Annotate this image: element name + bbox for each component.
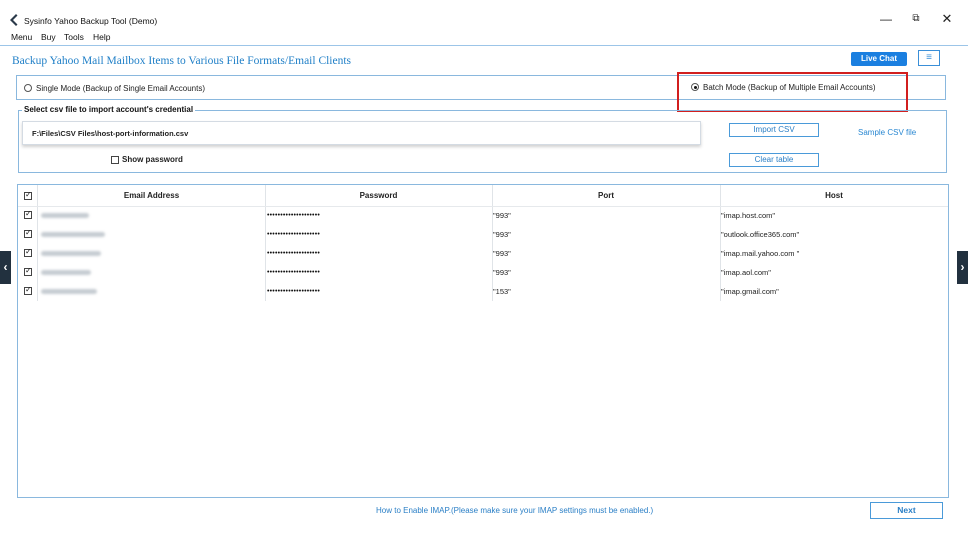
menu-bar: Menu Buy Tools Help	[0, 31, 968, 44]
accounts-table	[17, 184, 949, 498]
menu-item-buy[interactable]: Buy	[41, 32, 56, 42]
menu-item-tools[interactable]: Tools	[64, 32, 84, 42]
clear-table-button[interactable]: Clear table	[729, 153, 819, 167]
header-divider	[0, 45, 968, 46]
select-all-checkbox[interactable]	[24, 190, 32, 200]
host-cell: "outlook.office365.com"	[721, 230, 800, 239]
previous-arrow-icon[interactable]: ‹	[0, 251, 11, 284]
batch-mode-highlight	[677, 72, 908, 112]
enable-imap-link[interactable]: How to Enable IMAP.(Please make sure you…	[376, 506, 653, 515]
row-checkbox[interactable]	[24, 266, 32, 276]
host-cell: "imap.aol.com"	[721, 268, 771, 277]
single-mode-radio[interactable]	[24, 84, 32, 92]
column-header-email: Email Address	[123, 191, 180, 200]
csv-path-value: F:\Files\CSV Files\host-port-information…	[32, 129, 189, 138]
email-cell-redacted	[41, 213, 89, 218]
title-bar: Sysinfo Yahoo Backup Tool (Demo) — ⧉ ✕	[0, 0, 968, 30]
menu-item-menu[interactable]: Menu	[11, 32, 32, 42]
host-cell: "imap.host.com"	[721, 211, 776, 220]
column-divider	[37, 185, 38, 301]
password-cell: ••••••••••••••••••••	[267, 212, 321, 219]
row-checkbox[interactable]	[24, 247, 32, 257]
show-password-label[interactable]: Show password	[122, 155, 183, 164]
app-logo-icon	[10, 14, 18, 26]
page-title: Backup Yahoo Mail Mailbox Items to Vario…	[12, 55, 352, 67]
email-cell-redacted	[41, 232, 105, 237]
column-divider	[492, 185, 493, 301]
host-cell: "imap.mail.yahoo.com "	[721, 249, 800, 258]
host-cell: "imap.gmail.com"	[721, 287, 779, 296]
next-arrow-icon[interactable]: ›	[957, 251, 968, 284]
row-checkbox[interactable]	[24, 228, 32, 238]
email-cell-redacted	[41, 251, 101, 256]
port-cell: "993"	[493, 268, 511, 277]
email-cell-redacted	[41, 289, 97, 294]
next-button[interactable]: Next	[870, 502, 943, 519]
port-cell: "993"	[493, 249, 511, 258]
row-checkbox[interactable]	[24, 209, 32, 219]
csv-path-field[interactable]: F:\Files\CSV Files\host-port-information…	[22, 121, 701, 145]
csv-group-legend: Select csv file to import account's cred…	[22, 105, 196, 114]
port-cell: "993"	[493, 211, 511, 220]
show-password-checkbox[interactable]	[111, 156, 119, 164]
password-cell: ••••••••••••••••••••	[267, 288, 321, 295]
import-csv-button[interactable]: Import CSV	[729, 123, 819, 137]
password-cell: ••••••••••••••••••••	[267, 250, 321, 257]
column-header-host: Host	[825, 191, 843, 200]
column-divider	[265, 185, 266, 301]
password-cell: ••••••••••••••••••••	[267, 269, 321, 276]
column-header-password: Password	[359, 191, 398, 200]
hamburger-menu-icon[interactable]: ≡	[918, 50, 940, 66]
column-header-port: Port	[598, 191, 614, 200]
port-cell: "993"	[493, 230, 511, 239]
restore-button[interactable]: ⧉	[908, 12, 924, 26]
column-divider	[720, 185, 721, 301]
close-button[interactable]: ✕	[939, 12, 955, 26]
port-cell: "153"	[493, 287, 511, 296]
live-chat-button[interactable]: Live Chat	[851, 52, 907, 66]
menu-item-help[interactable]: Help	[93, 32, 110, 42]
minimize-button[interactable]: —	[878, 12, 894, 26]
sample-csv-link[interactable]: Sample CSV file	[858, 128, 916, 137]
table-header-divider	[18, 206, 948, 207]
password-cell: ••••••••••••••••••••	[267, 231, 321, 238]
window-title: Sysinfo Yahoo Backup Tool (Demo)	[24, 16, 158, 26]
row-checkbox[interactable]	[24, 285, 32, 295]
single-mode-label[interactable]: Single Mode (Backup of Single Email Acco…	[36, 84, 205, 93]
email-cell-redacted	[41, 270, 91, 275]
